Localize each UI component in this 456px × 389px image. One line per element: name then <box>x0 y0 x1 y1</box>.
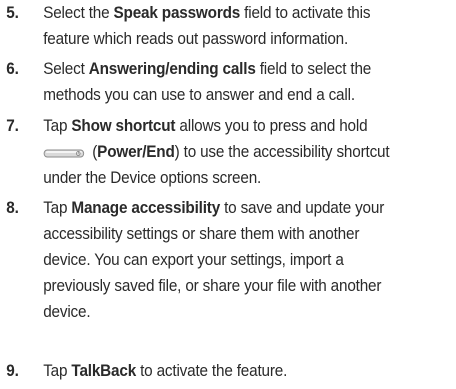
text: under the Device options screen. <box>43 168 262 187</box>
text: Tap <box>43 198 72 217</box>
item-line: Tap Manage accessibility to save and upd… <box>43 195 384 221</box>
text: field to select the <box>255 59 372 78</box>
power-end-key-icon <box>43 147 85 159</box>
field-name-manage-accessibility: Manage accessibility <box>71 198 221 217</box>
item-line: Tap Show shortcut allows you to press an… <box>43 113 367 139</box>
item-number: 6. <box>6 59 19 78</box>
field-name-speak-passwords: Speak passwords <box>113 3 241 22</box>
item-line: methods you can use to answer and end a … <box>43 82 355 108</box>
text: device. <box>43 302 91 321</box>
item-line: under the Device options screen. <box>43 165 261 191</box>
text: device. You can export your settings, im… <box>43 250 344 269</box>
text: previously saved file, or share your fil… <box>43 276 382 295</box>
item-number: 7. <box>6 116 19 135</box>
text: field to activate this <box>240 3 371 22</box>
item-line: Select the Speak passwords field to acti… <box>43 0 370 26</box>
item-number: 5. <box>6 3 19 22</box>
text: methods you can use to answer and end a … <box>43 85 355 104</box>
item-number: 9. <box>6 361 19 380</box>
text: Select the <box>43 3 114 22</box>
key-name-power-end: Power/End <box>97 142 175 161</box>
text: Tap <box>43 361 72 380</box>
field-name-talkback: TalkBack <box>71 361 137 380</box>
item-line: device. You can export your settings, im… <box>43 247 344 273</box>
document-page: 5. Select the Speak passwords field to a… <box>0 0 456 389</box>
item-line: previously saved file, or share your fil… <box>43 273 381 299</box>
text: Tap <box>43 116 72 135</box>
item-line: Tap TalkBack to activate the feature. <box>43 358 287 384</box>
item-line: accessibility settings or share them wit… <box>43 221 359 247</box>
text: feature which reads out password informa… <box>43 29 349 48</box>
text: ( <box>88 142 98 161</box>
field-name-show-shortcut: Show shortcut <box>71 116 176 135</box>
text: to save and update your <box>220 198 385 217</box>
text: to activate the feature. <box>136 361 288 380</box>
item-line: (Power/End) to use the accessibility sho… <box>43 139 390 165</box>
item-line: Select Answering/ending calls field to s… <box>43 56 371 82</box>
field-name-answering-ending-calls: Answering/ending calls <box>88 59 256 78</box>
text: accessibility settings or share them wit… <box>43 224 360 243</box>
item-number: 8. <box>6 198 19 217</box>
text: allows you to press and hold <box>175 116 368 135</box>
text: ) to use the accessibility shortcut <box>174 142 390 161</box>
item-line: device. <box>43 299 90 325</box>
text: Select <box>43 59 89 78</box>
item-line: feature which reads out password informa… <box>43 26 348 52</box>
